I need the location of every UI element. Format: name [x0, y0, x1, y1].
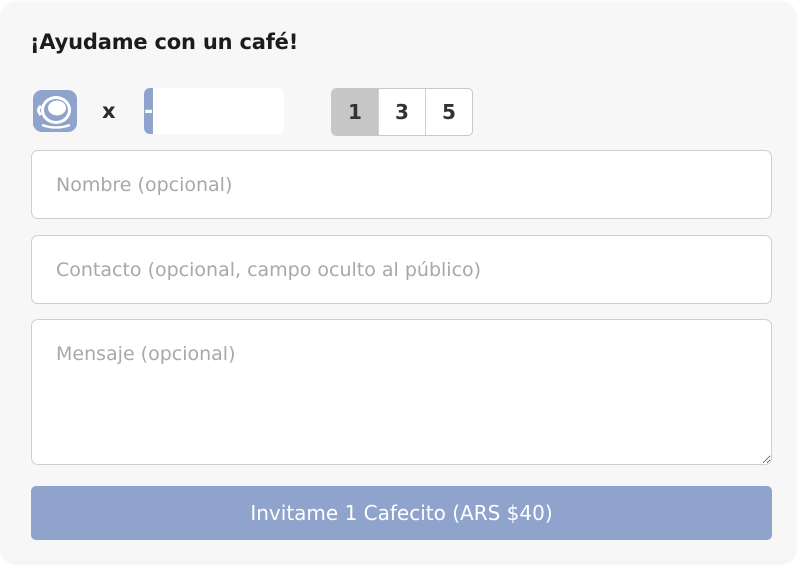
coffee-cup-icon [33, 90, 77, 132]
contact-input[interactable] [31, 235, 772, 304]
widget-title: ¡Ayudame con un café! [30, 30, 299, 54]
submit-button[interactable]: Invitame 1 Cafecito (ARS $40) [31, 486, 772, 540]
preset-option-3[interactable]: 3 [379, 89, 426, 135]
preset-option-5[interactable]: 5 [426, 89, 472, 135]
name-input[interactable] [31, 150, 772, 219]
quantity-stepper: - + [144, 88, 284, 134]
decrement-button[interactable]: - [144, 88, 154, 134]
quantity-presets: 1 3 5 [331, 88, 473, 136]
donation-card: ¡Ayudame con un café! x - + 1 3 5 Invita… [2, 2, 795, 562]
preset-option-1[interactable]: 1 [332, 89, 379, 135]
multiplier-symbol: x [102, 99, 116, 123]
quantity-input[interactable] [153, 88, 284, 134]
message-textarea[interactable] [31, 319, 772, 465]
